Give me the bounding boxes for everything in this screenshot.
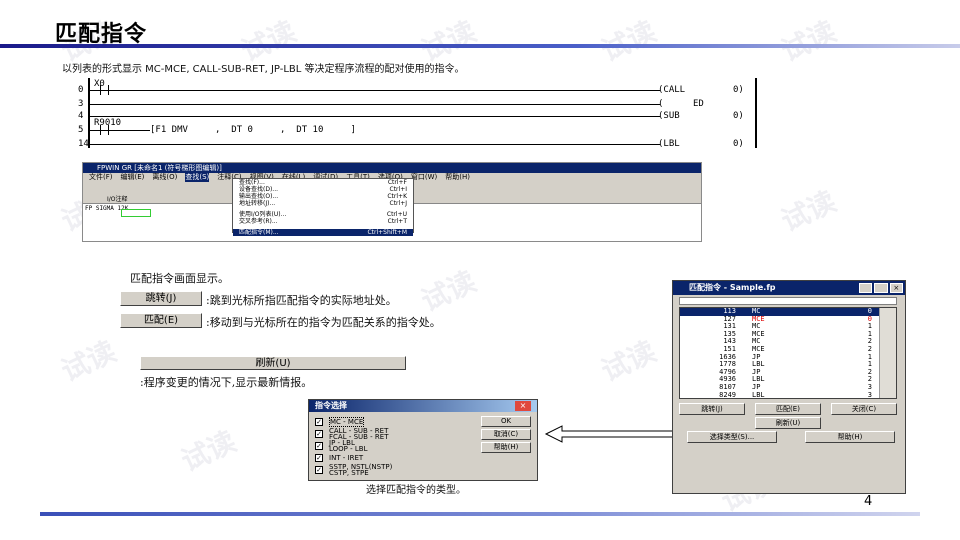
address-cell: 151 xyxy=(723,344,736,353)
cancel-button[interactable]: 取消(C) xyxy=(481,429,531,440)
menu-search[interactable]: 查找(S) xyxy=(185,173,210,182)
match-list[interactable]: 113 MC 0 127 MCE 0 131 MC 1 135 MCE 1 143 MC 2 151 MCE 2 1… xyxy=(679,307,897,399)
option-sstp[interactable]: ✓ SSTP, NSTL(NSTP) CSTP, STPE xyxy=(315,464,459,477)
intro-text: 以列表的形式显示 MC-MCE, CALL-SUB-RET, JP-LBL 等决… xyxy=(62,64,465,75)
minimize-icon[interactable] xyxy=(859,283,873,293)
list-item[interactable]: 131 MC 1 xyxy=(680,323,896,331)
checkbox[interactable]: ✓ xyxy=(315,442,323,450)
page-number: 4 xyxy=(864,494,873,509)
dialog-close-icon[interactable]: × xyxy=(515,401,531,411)
ladder-diagram: 0 X0 (CALL 0) 3 ( ED 4 (SUB 0) 5 R9010 [… xyxy=(78,78,768,149)
ladder-step: 4 xyxy=(78,111,84,121)
refresh-button[interactable]: 刷新(U) xyxy=(140,356,406,370)
screen-desc: 匹配指令画面显示。 xyxy=(130,272,229,285)
address-cell: 1778 xyxy=(719,360,736,369)
checkbox[interactable]: ✓ xyxy=(315,418,323,426)
close-icon[interactable]: × xyxy=(889,283,903,293)
list-item[interactable]: 4796 JP 2 xyxy=(680,367,896,377)
close-button[interactable]: 关闭(C) xyxy=(831,403,897,415)
ladder-instr: ( xyxy=(658,99,664,109)
menu-item-io-list[interactable]: 使用I/O列表(U)... Ctrl+U xyxy=(233,211,413,218)
list-item[interactable]: 143 MC 2 xyxy=(680,338,896,346)
search-menu-dropdown: 查找(F)... Ctrl+F 设备查找(D)... Ctrl+I 输出查找(O).… xyxy=(232,178,414,236)
address-cell: 1636 xyxy=(719,352,736,361)
arrow-icon xyxy=(544,425,683,443)
checkbox[interactable]: ✓ xyxy=(315,430,323,438)
ladder-arg: 0) xyxy=(733,85,744,95)
list-item[interactable]: 8249 LBL 3 xyxy=(680,390,896,399)
refresh-desc: :程序变更的情况下,显示最新情报。 xyxy=(140,376,313,389)
ladder-step: 3 xyxy=(78,99,84,109)
match-desc: :移动到与光标所在的指令为匹配关系的指令处。 xyxy=(206,316,441,329)
ladder-step: 0 xyxy=(78,85,84,95)
menu-window[interactable]: 窗口(W) xyxy=(411,173,437,182)
address-cell: 4936 xyxy=(719,375,736,384)
list-item[interactable]: 113 MC 0 xyxy=(680,308,896,316)
menu-offline[interactable]: 离线(O) xyxy=(152,173,177,182)
address-cell: 8249 xyxy=(719,390,736,399)
address-cell: 131 xyxy=(723,322,736,331)
menu-item-cross-ref[interactable]: 交叉参考(R)... Ctrl+T xyxy=(233,218,413,225)
ladder-instr: (CALL xyxy=(658,85,686,95)
match-button[interactable]: 匹配(E) xyxy=(755,403,821,415)
list-item[interactable]: 127 MCE 0 xyxy=(680,314,896,324)
menu-file[interactable]: 文件(F) xyxy=(89,173,113,182)
window-controls[interactable]: × xyxy=(859,283,903,293)
ladder-step: 5 xyxy=(78,125,84,135)
address-cell: 113 xyxy=(723,307,736,315)
address-cell: 127 xyxy=(723,314,736,323)
footer-bar xyxy=(40,512,920,516)
address-cell: 8107 xyxy=(719,382,736,391)
address-cell: 4796 xyxy=(719,367,736,376)
jump-button[interactable]: 跳转(J) xyxy=(120,291,202,306)
list-item[interactable]: 1778 LBL 1 xyxy=(680,361,896,369)
menu-item-address-jump[interactable]: 地址转移(J)... Ctrl+J xyxy=(233,200,413,207)
ladder-step: 14 xyxy=(78,139,89,149)
list-item[interactable]: 135 MCE 1 xyxy=(680,329,896,339)
select-type-button[interactable]: 选择类型(S)... xyxy=(687,431,777,443)
ladder-arg: ED xyxy=(693,99,704,109)
match-button[interactable]: 匹配(E) xyxy=(120,313,202,328)
ladder-arg: 0) xyxy=(733,111,744,121)
menu-item-device-find[interactable]: 设备查找(D)... Ctrl+I xyxy=(233,186,413,193)
match-instruction-dialog: 匹配指令 - Sample.fp × 113 MC 0 127 MCE 0 131 MC 1 13… xyxy=(672,280,906,494)
select-caption: 选择匹配指令的类型。 xyxy=(366,485,466,496)
menu-item-find[interactable]: 查找(F)... Ctrl+F xyxy=(233,179,413,186)
menu-item-match-instr[interactable]: 匹配指令(M)... Ctrl+Shift+M xyxy=(233,229,413,236)
menu-edit[interactable]: 编辑(E) xyxy=(121,173,145,182)
checkbox[interactable]: ✓ xyxy=(315,454,323,462)
jump-desc: :跳到光标所指匹配指令的实际地址处。 xyxy=(206,294,397,307)
maximize-icon[interactable] xyxy=(874,283,888,293)
address-cell: 143 xyxy=(723,337,736,346)
ok-button[interactable]: OK xyxy=(481,416,531,427)
help-button[interactable]: 帮助(H) xyxy=(481,442,531,453)
list-item[interactable]: 8107 JP 3 xyxy=(680,382,896,392)
jump-button[interactable]: 跳转(J) xyxy=(679,403,745,415)
list-item[interactable]: 4936 LBL 2 xyxy=(680,376,896,384)
help-button[interactable]: 帮助(H) xyxy=(805,431,895,443)
io-comment-label: I/O注释 xyxy=(107,196,128,203)
checkbox[interactable]: ✓ xyxy=(315,466,323,474)
ladder-instr: (SUB xyxy=(658,111,680,121)
menu-help[interactable]: 帮助(H) xyxy=(445,173,470,182)
ladder-arg: 0) xyxy=(733,139,744,149)
list-item[interactable]: 151 MCE 2 xyxy=(680,344,896,354)
ladder-instr: [F1 DMV , DT 0 , DT 10 ] xyxy=(150,125,356,135)
cursor-cell[interactable] xyxy=(121,209,151,217)
address-cell: 135 xyxy=(723,329,736,338)
scrollbar[interactable] xyxy=(879,308,896,398)
option-jp-lbl[interactable]: ✓ JP - LBL LOOP - LBL xyxy=(315,440,459,453)
menu-item-output-find[interactable]: 输出查找(O)... Ctrl+K xyxy=(233,193,413,200)
window-title: FPWIN GR [未命名1 (符号梯形图编辑)] xyxy=(83,163,701,173)
dialog-title: 指令选择 xyxy=(309,400,537,412)
instruction-select-dialog: 指令选择 × ✓ MC - MCE ✓ CALL - SUB - RET FCAL … xyxy=(308,399,538,481)
ladder-instr: (LBL xyxy=(658,139,680,149)
refresh-button[interactable]: 刷新(U) xyxy=(755,417,821,429)
list-item[interactable]: 1636 JP 1 xyxy=(680,352,896,362)
title-underline xyxy=(0,44,960,48)
filter-field[interactable] xyxy=(679,297,897,305)
